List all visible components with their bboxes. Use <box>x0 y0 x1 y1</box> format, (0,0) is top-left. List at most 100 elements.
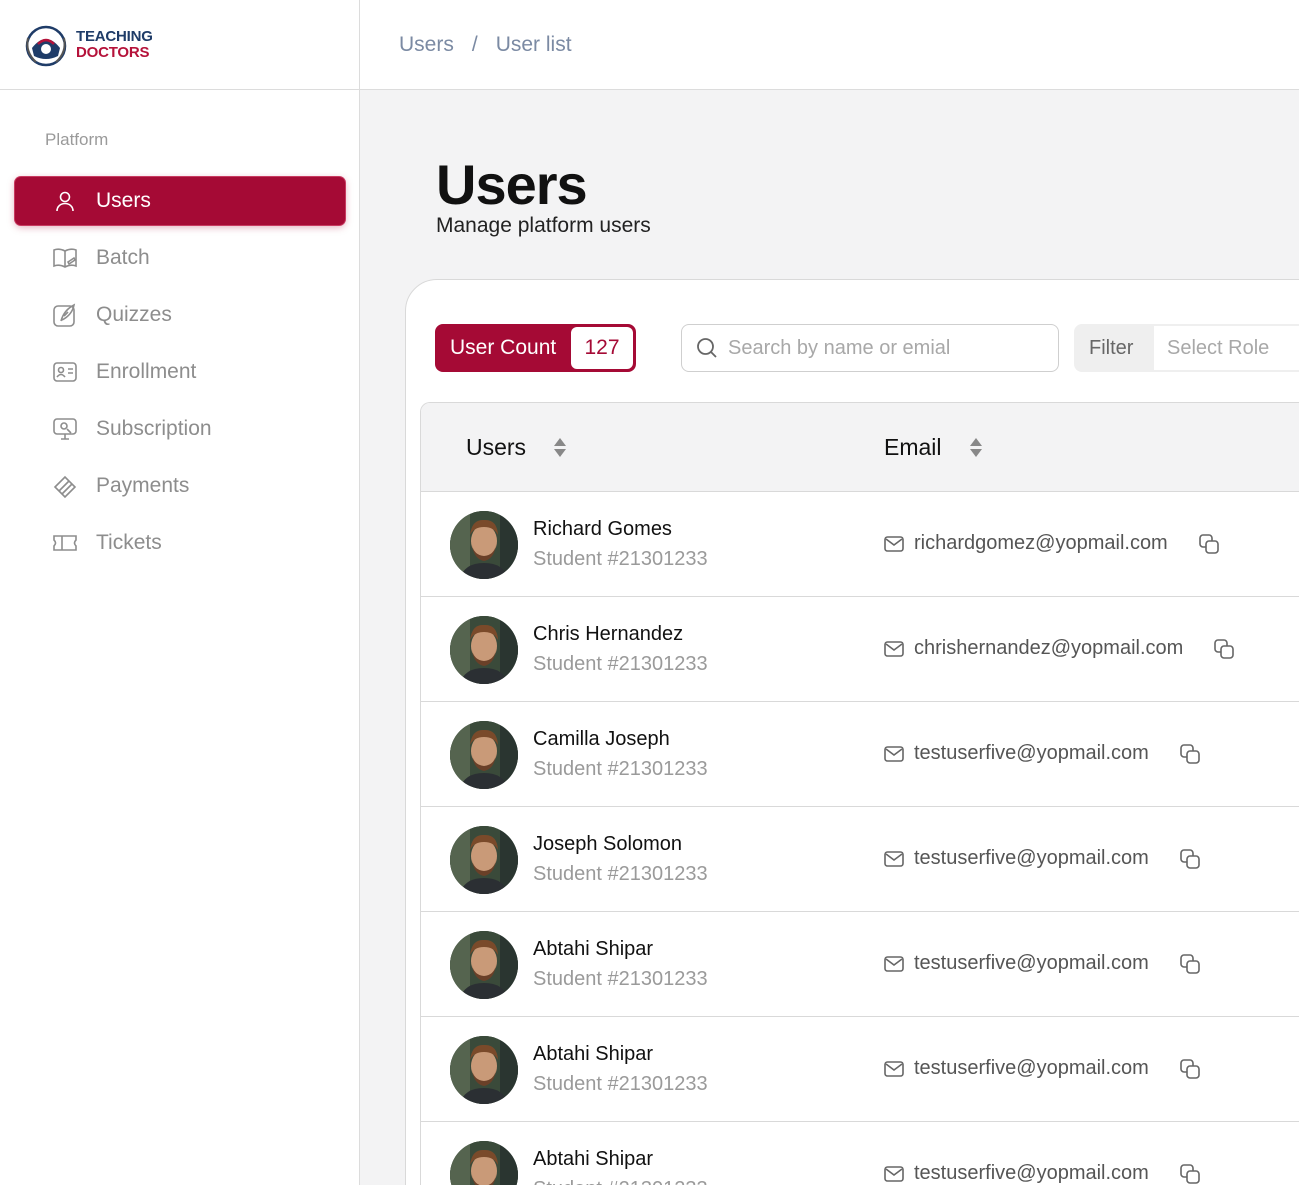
table-row[interactable]: Richard Gomes Student #21301233 richardg… <box>421 492 1299 597</box>
sidebar-item-label: Payments <box>96 474 190 497</box>
table-row[interactable]: Chris Hernandez Student #21301233 chrish… <box>421 597 1299 702</box>
avatar <box>450 931 518 999</box>
table-row[interactable]: Joseph Solomon Student #21301233 testuse… <box>421 807 1299 912</box>
user-email: testuserfive@yopmail.com <box>884 1057 1201 1080</box>
table-row[interactable]: Abtahi Shipar Student #21301233 testuser… <box>421 1122 1299 1185</box>
sidebar-item-label: Subscription <box>96 417 212 440</box>
user-email: testuserfive@yopmail.com <box>884 847 1201 870</box>
sidebar-item-label: Batch <box>96 246 150 269</box>
user-email: testuserfive@yopmail.com <box>884 1162 1201 1185</box>
id-card-icon <box>51 358 79 386</box>
user-email: testuserfive@yopmail.com <box>884 742 1201 765</box>
card-icon <box>51 472 79 500</box>
search-box <box>681 324 1059 372</box>
avatar <box>450 1141 518 1185</box>
user-count-value: 127 <box>571 327 633 369</box>
avatar <box>450 1036 518 1104</box>
sidebar-item-enrollment[interactable]: Enrollment <box>15 348 345 396</box>
avatar <box>450 721 518 789</box>
sidebar-item-users[interactable]: Users <box>15 177 345 225</box>
table-header: Users Email <box>421 403 1299 492</box>
mail-icon <box>884 1060 904 1077</box>
user-name: Chris Hernandez <box>533 623 684 645</box>
user-role-id: Student #21301233 <box>533 758 708 780</box>
page-subtitle: Manage platform users <box>436 214 651 237</box>
user-role-id: Student #21301233 <box>533 1073 708 1095</box>
sidebar-item-label: Enrollment <box>96 360 197 383</box>
logo-icon <box>25 25 67 66</box>
copy-icon[interactable] <box>1179 743 1201 765</box>
user-role-id: Student #21301233 <box>533 968 708 990</box>
mail-icon <box>884 745 904 762</box>
user-role-id: Student #21301233 <box>533 1178 708 1185</box>
column-header-users[interactable]: Users <box>466 434 567 461</box>
search-icon <box>697 338 717 358</box>
copy-icon[interactable] <box>1179 953 1201 975</box>
pen-icon <box>51 301 79 329</box>
user-icon <box>51 187 79 215</box>
mail-icon <box>884 1165 904 1182</box>
email-text: testuserfive@yopmail.com <box>914 952 1149 974</box>
email-text: testuserfive@yopmail.com <box>914 1057 1149 1079</box>
email-text: richardgomez@yopmail.com <box>914 532 1168 554</box>
brand-line1: TEACHING <box>76 27 153 45</box>
email-text: chrishernandez@yopmail.com <box>914 637 1184 659</box>
email-text: testuserfive@yopmail.com <box>914 1162 1149 1184</box>
user-email: chrishernandez@yopmail.com <box>884 637 1235 660</box>
ticket-icon <box>51 529 79 557</box>
users-table: Users Email Richard Gomes Student #21301… <box>420 402 1299 1185</box>
copy-icon[interactable] <box>1179 1163 1201 1185</box>
mail-icon <box>884 535 904 552</box>
user-name: Richard Gomes <box>533 518 672 540</box>
mail-icon <box>884 850 904 867</box>
breadcrumb-item-user-list[interactable]: User list <box>496 33 572 57</box>
mail-icon <box>884 640 904 657</box>
table-body: Richard Gomes Student #21301233 richardg… <box>421 492 1299 1185</box>
search-input[interactable] <box>728 336 1048 360</box>
column-header-email[interactable]: Email <box>884 434 982 461</box>
breadcrumb: Users / User list <box>360 0 1299 90</box>
copy-icon[interactable] <box>1198 533 1220 555</box>
sidebar-item-label: Users <box>96 189 151 212</box>
avatar <box>450 511 518 579</box>
user-name: Abtahi Shipar <box>533 1043 654 1065</box>
sort-icon <box>554 438 567 457</box>
copy-icon[interactable] <box>1179 848 1201 870</box>
table-row[interactable]: Abtahi Shipar Student #21301233 testuser… <box>421 912 1299 1017</box>
subscription-icon <box>51 415 79 443</box>
logo[interactable]: TEACHING DOCTORS <box>0 0 359 90</box>
user-name: Camilla Joseph <box>533 728 670 750</box>
breadcrumb-item-users[interactable]: Users <box>399 33 454 57</box>
page-title: Users <box>436 153 588 216</box>
user-count-label: User Count <box>450 336 557 359</box>
user-role-id: Student #21301233 <box>533 863 708 885</box>
user-name: Abtahi Shipar <box>533 938 654 960</box>
sidebar-item-payments[interactable]: Payments <box>15 462 345 510</box>
avatar <box>450 616 518 684</box>
user-email: richardgomez@yopmail.com <box>884 532 1220 555</box>
brand-line2: DOCTORS <box>76 43 150 61</box>
sidebar-item-label: Tickets <box>96 531 162 554</box>
sidebar: TEACHING DOCTORS Platform Users Batch Qu… <box>0 0 360 1185</box>
sidebar-item-subscription[interactable]: Subscription <box>15 405 345 453</box>
role-select[interactable]: Select Role <box>1154 326 1299 370</box>
filter-label: Filter <box>1089 336 1134 359</box>
sidebar-item-batch[interactable]: Batch <box>15 234 345 282</box>
copy-icon[interactable] <box>1213 638 1235 660</box>
user-role-id: Student #21301233 <box>533 653 708 675</box>
sidebar-section-label: Platform <box>45 130 109 149</box>
table-row[interactable]: Camilla Joseph Student #21301233 testuse… <box>421 702 1299 807</box>
user-count-badge: User Count 127 <box>435 324 636 372</box>
copy-icon[interactable] <box>1179 1058 1201 1080</box>
role-filter: Filter Select Role <box>1074 324 1299 372</box>
email-text: testuserfive@yopmail.com <box>914 847 1149 869</box>
table-row[interactable]: Abtahi Shipar Student #21301233 testuser… <box>421 1017 1299 1122</box>
breadcrumb-separator: / <box>471 32 478 56</box>
user-role-id: Student #21301233 <box>533 548 708 570</box>
book-icon <box>51 244 79 272</box>
sidebar-item-tickets[interactable]: Tickets <box>15 519 345 567</box>
sidebar-nav: Users Batch Quizzes Enrollment Subscript… <box>15 177 345 576</box>
sidebar-item-quizzes[interactable]: Quizzes <box>15 291 345 339</box>
user-name: Abtahi Shipar <box>533 1148 654 1170</box>
user-email: testuserfive@yopmail.com <box>884 952 1201 975</box>
